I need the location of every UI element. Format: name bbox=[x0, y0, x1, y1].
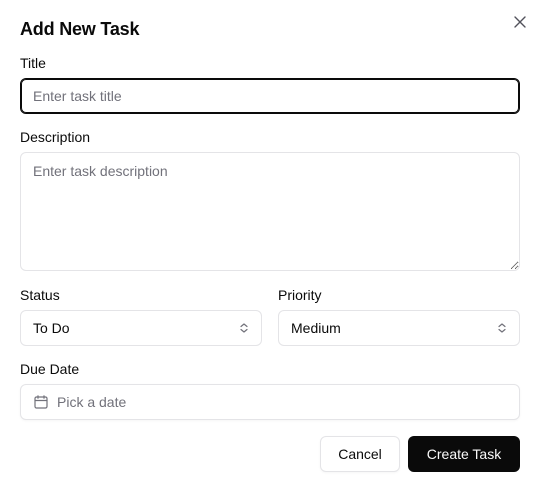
priority-value: Medium bbox=[291, 320, 341, 336]
priority-select[interactable]: Medium bbox=[278, 310, 520, 346]
description-input[interactable] bbox=[20, 152, 520, 271]
chevron-updown-icon bbox=[497, 322, 507, 334]
description-label: Description bbox=[20, 129, 91, 145]
title-input[interactable] bbox=[20, 78, 520, 114]
status-select[interactable]: To Do bbox=[20, 310, 262, 346]
close-icon-glyph bbox=[514, 16, 526, 28]
title-label: Title bbox=[20, 55, 46, 71]
close-icon[interactable] bbox=[511, 13, 529, 31]
due-date-label: Due Date bbox=[20, 361, 80, 377]
due-date-placeholder: Pick a date bbox=[57, 394, 127, 410]
dialog-title: Add New Task bbox=[20, 19, 140, 39]
calendar-icon bbox=[33, 394, 49, 410]
priority-label: Priority bbox=[278, 287, 322, 303]
chevron-updown-icon bbox=[239, 322, 249, 334]
due-date-picker[interactable]: Pick a date bbox=[20, 384, 520, 420]
status-label: Status bbox=[20, 287, 60, 303]
cancel-button[interactable]: Cancel bbox=[320, 436, 400, 472]
add-task-dialog: Add New Task Title Description Status To… bbox=[0, 0, 542, 492]
create-task-button[interactable]: Create Task bbox=[408, 436, 520, 472]
status-value: To Do bbox=[33, 320, 70, 336]
